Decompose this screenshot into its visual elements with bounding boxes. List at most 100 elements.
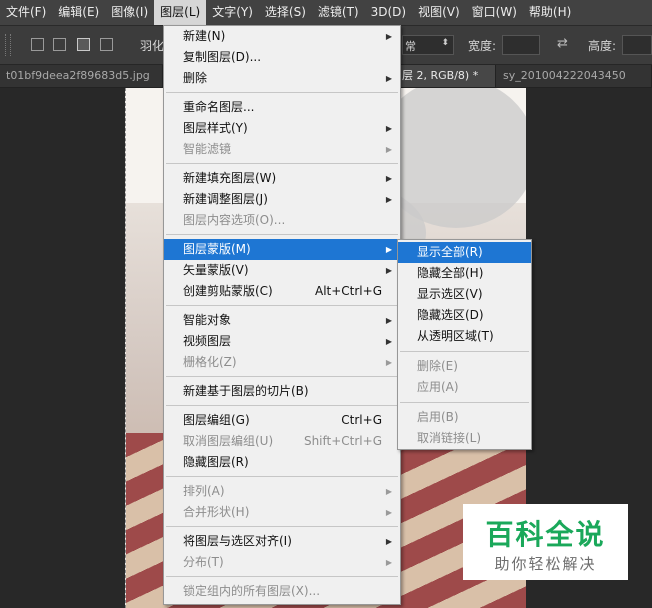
feather-label: 羽化 [140,39,165,53]
menu-separator [400,351,529,352]
mask-submenu-item[interactable]: 应用(A) [398,377,531,398]
submenu-arrow-icon: ▶ [385,487,392,496]
layer-menu-item[interactable]: 锁定组内的所有图层(X)... [164,581,400,602]
menu-item-label: 将图层与选区对齐(I) [183,534,292,548]
menu-item[interactable]: 滤镜(T) [312,0,365,25]
menu-item[interactable]: 3D(D) [365,0,412,25]
menu-separator [166,576,398,577]
layer-menu-item[interactable]: 新建(N) ▶ [164,26,400,47]
layer-menu-item[interactable]: 智能对象 ▶ [164,310,400,331]
mask-submenu-item[interactable]: 删除(E) [398,356,531,377]
menu-item[interactable]: 帮助(H) [523,0,577,25]
new-selection-mode-icon[interactable] [31,38,44,51]
height-input[interactable] [622,35,652,55]
swap-width-height-icon[interactable]: ⇄ [557,36,568,51]
submenu-arrow-icon: ▶ [385,537,392,546]
submenu-arrow-icon: ▶ [385,558,392,567]
layer-menu-item[interactable]: 图层内容选项(O)... [164,210,400,231]
layer-mask-submenu: 显示全部(R) 隐藏全部(H) 显示选区(V) 隐藏选区(D) 从透明区域(T) 删除(E… [397,239,532,450]
mask-submenu-item[interactable]: 从透明区域(T) [398,326,531,347]
layer-menu-item[interactable]: 图层蒙版(M) ▶ [164,239,400,260]
menu-separator [166,92,398,93]
intersect-selection-mode-icon[interactable] [100,38,113,51]
menu-item[interactable]: 编辑(E) [52,0,105,25]
layer-menu-item[interactable]: 排列(A) ▶ [164,481,400,502]
layer-menu-item[interactable]: 新建调整图层(J) ▶ [164,189,400,210]
menu-separator [400,402,529,403]
menu-item-label: 图层编组(G) [183,413,250,427]
submenu-arrow-icon: ▶ [385,74,392,83]
menu-item[interactable]: 文字(Y) [206,0,259,25]
menu-item-label: 启用(B) [417,410,459,424]
layer-menu-item[interactable]: 合并形状(H) ▶ [164,502,400,523]
watermark-title: 百科全说 [485,518,606,551]
layer-menu-item[interactable]: 矢量蒙版(V) ▶ [164,260,400,281]
menu-item-label: 重命名图层... [183,100,255,114]
submenu-arrow-icon: ▶ [385,245,392,254]
document-tab-1[interactable]: t01bf9deea2f89683d5.jpg [0,65,163,87]
width-input[interactable] [502,35,540,55]
menu-separator [166,476,398,477]
menu-item[interactable]: 视图(V) [412,0,466,25]
document-tab-3[interactable]: sy_201004222043450 [497,65,652,87]
layer-menu-item[interactable]: 重命名图层... [164,97,400,118]
layer-menu-item[interactable]: 新建基于图层的切片(B) [164,381,400,402]
menu-item[interactable]: 窗口(W) [466,0,523,25]
mask-submenu-item[interactable]: 隐藏全部(H) [398,263,531,284]
menu-item-label: 分布(T) [183,555,224,569]
layer-menu-item[interactable]: 图层样式(Y) ▶ [164,118,400,139]
menu-item[interactable]: 文件(F) [0,0,52,25]
mask-submenu-item[interactable]: 显示全部(R) [398,242,531,263]
layer-menu-item[interactable]: 删除 ▶ [164,68,400,89]
menu-item-label: 新建(N) [183,29,226,43]
watermark-logo: 百科全说 助你轻松解决 [463,504,628,580]
submenu-arrow-icon: ▶ [385,195,392,204]
menu-item[interactable]: 选择(S) [259,0,312,25]
menu-item-label: 排列(A) [183,484,225,498]
layer-menu-item[interactable]: 栅格化(Z) ▶ [164,352,400,373]
toolbar-grip[interactable] [5,34,11,56]
menu-item-label: 删除 [183,71,208,85]
menu-item[interactable]: 图层(L) [154,0,207,25]
layer-menu-item[interactable]: 智能滤镜 ▶ [164,139,400,160]
menu-separator [166,163,398,164]
tab-label: 层 2, RGB/8) * [402,69,479,82]
menu-item-label: 新建基于图层的切片(B) [183,384,309,398]
layer-menu-item[interactable]: 图层编组(G) Ctrl+G [164,410,400,431]
height-label: 高度: [588,39,617,53]
style-dropdown-value: 常 [405,40,416,53]
menu-separator [166,405,398,406]
menu-item-label: 应用(A) [417,380,459,394]
layer-menu-item[interactable]: 将图层与选区对齐(I) ▶ [164,531,400,552]
mask-submenu-item[interactable]: 隐藏选区(D) [398,305,531,326]
menu-item-label: 视频图层 [183,334,232,348]
menu-item-label: 删除(E) [417,359,458,373]
submenu-arrow-icon: ▶ [385,145,392,154]
layer-menu-item[interactable]: 创建剪贴蒙版(C) Alt+Ctrl+G [164,281,400,302]
menu-item-label: 显示全部(R) [417,245,483,259]
add-to-selection-mode-icon[interactable] [53,38,66,51]
subtract-from-selection-mode-icon[interactable] [77,38,90,51]
submenu-arrow-icon: ▶ [385,316,392,325]
menu-item[interactable]: 图像(I) [105,0,154,25]
menu-separator [166,305,398,306]
layer-menu-item[interactable]: 新建填充图层(W) ▶ [164,168,400,189]
submenu-arrow-icon: ▶ [385,508,392,517]
layer-menu-item[interactable]: 视频图层 ▶ [164,331,400,352]
document-tab-2[interactable]: 层 2, RGB/8) * [396,65,496,87]
layer-menu-item[interactable]: 隐藏图层(R) [164,452,400,473]
mask-submenu-item[interactable]: 显示选区(V) [398,284,531,305]
mask-submenu-item[interactable]: 取消链接(L) [398,428,531,449]
layer-menu-item[interactable]: 分布(T) ▶ [164,552,400,573]
menu-item-label: 新建调整图层(J) [183,192,268,206]
menu-item-label: 隐藏选区(D) [417,308,484,322]
layer-menu-item[interactable]: 复制图层(D)... [164,47,400,68]
layer-menu-item[interactable]: 取消图层编组(U) Shift+Ctrl+G [164,431,400,452]
menu-item-label: 隐藏图层(R) [183,455,249,469]
mask-submenu-item[interactable]: 启用(B) [398,407,531,428]
menu-item-label: 创建剪贴蒙版(C) [183,284,273,298]
style-dropdown[interactable]: 常 ⬍ [402,35,454,55]
menu-item-label: 栅格化(Z) [183,355,237,369]
menu-item-label: 复制图层(D)... [183,50,262,64]
menu-separator [166,526,398,527]
